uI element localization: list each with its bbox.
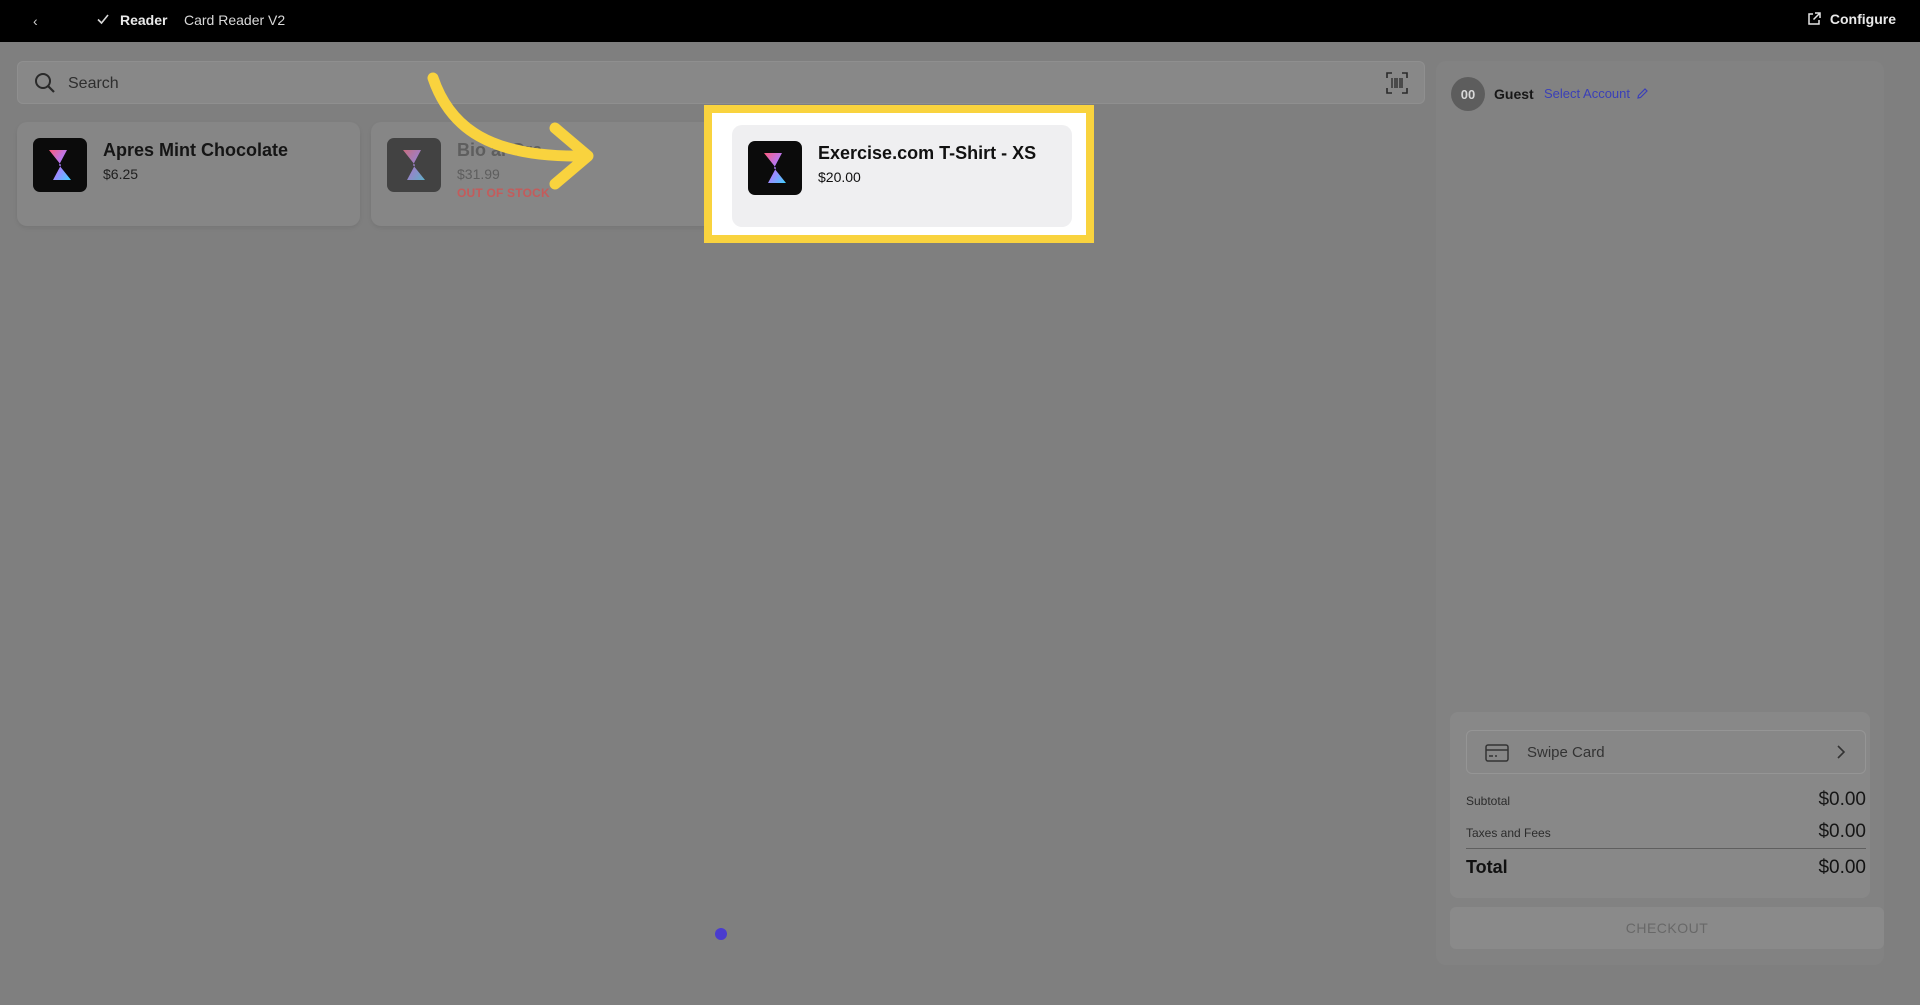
product-thumbnail [748,141,802,195]
subtotal-row: Subtotal $0.00 [1466,789,1866,811]
search-icon [35,73,55,93]
back-button[interactable]: ‹ [33,13,38,29]
total-value: $0.00 [1818,857,1866,878]
taxes-value: $0.00 [1818,821,1866,842]
check-icon [97,14,109,25]
product-name: Apres Mint Chocolate [103,140,289,160]
curved-arrow-icon [427,72,594,190]
configure-button[interactable]: Configure [1806,11,1896,27]
total-row: Total $0.00 [1466,857,1866,879]
divider [1466,848,1866,849]
search-bar[interactable]: Search [17,61,1425,104]
product-card-highlighted[interactable]: Exercise.com T-Shirt - XS $20.00 [732,125,1072,227]
reader-label: Reader [120,12,168,28]
checkout-button[interactable]: CHECKOUT [1450,907,1884,949]
top-bar: ‹ Reader Card Reader V2 Configure [0,0,1920,42]
select-account-link[interactable]: Select Account [1544,86,1649,101]
product-price: $20.00 [818,169,861,185]
swipe-card-button[interactable]: Swipe Card [1466,730,1866,774]
taxes-label: Taxes and Fees [1466,826,1551,840]
barcode-scan-icon[interactable] [1386,72,1408,94]
pagination-dot[interactable] [715,928,727,940]
cart-panel: 00 Guest Select Account Swipe Card Subto… [1436,61,1884,965]
credit-card-icon [1485,744,1509,762]
product-card[interactable]: Apres Mint Chocolate $6.25 [17,122,360,226]
product-thumbnail [33,138,87,192]
select-account-label: Select Account [1544,86,1630,101]
order-summary: Swipe Card Subtotal $0.00 Taxes and Fees… [1450,712,1870,898]
product-price: $6.25 [103,166,139,182]
highlight-frame: Exercise.com T-Shirt - XS $20.00 [704,105,1094,243]
pencil-icon [1637,88,1648,99]
product-name: Exercise.com T-Shirt - XS [818,143,1037,163]
search-input[interactable]: Search [68,75,119,93]
subtotal-value: $0.00 [1818,789,1866,810]
external-link-icon [1808,12,1821,25]
device-name: Card Reader V2 [184,12,286,28]
configure-label: Configure [1829,11,1896,27]
swipe-card-label: Swipe Card [1527,744,1605,761]
avatar: 00 [1451,77,1485,111]
taxes-row: Taxes and Fees $0.00 [1466,821,1866,843]
total-label: Total [1466,857,1508,877]
guest-label: Guest [1494,86,1534,102]
chevron-right-icon [1837,745,1846,759]
subtotal-label: Subtotal [1466,794,1511,808]
